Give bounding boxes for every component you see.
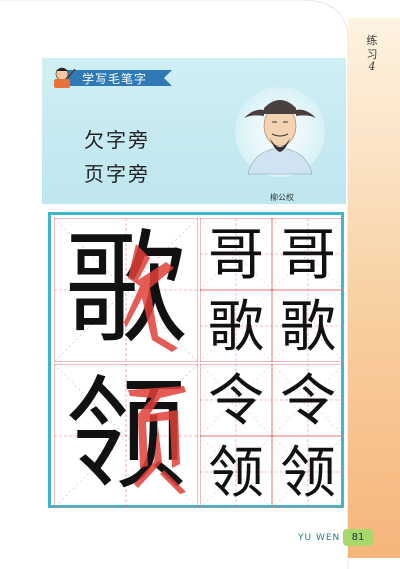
banner-title: 学写毛笔字	[82, 72, 148, 86]
sample-character: 歌	[208, 295, 264, 360]
sample-character: 令	[280, 369, 336, 434]
footer-label: YU WEN	[298, 533, 341, 543]
sample-character: 哥	[280, 223, 336, 288]
practice-grid: 歌 哥 哥 歌 歌 领 令 令 领 领	[48, 212, 345, 509]
side-tab	[348, 18, 400, 558]
sample-character: 领	[280, 441, 336, 506]
calligrapher-portrait	[235, 87, 325, 177]
sample-character: 歌	[280, 295, 336, 360]
big-cell-ge: 歌	[53, 217, 199, 363]
topic-2: 页字旁	[84, 162, 150, 186]
page-number: 81	[343, 529, 373, 546]
exercise-number: 4	[368, 60, 376, 73]
small-cells-ling: 令 令 领 领	[199, 363, 345, 509]
topic-1: 欠字旁	[84, 128, 150, 152]
exercise-label: 练习	[366, 34, 378, 61]
radical-highlight	[128, 386, 186, 494]
big-cell-ling: 领	[53, 363, 199, 509]
sample-character: 哥	[208, 223, 264, 288]
radical-highlight	[124, 244, 178, 352]
portrait-caption: 柳公权	[270, 193, 294, 202]
small-cells-ge: 哥 哥 歌 歌	[199, 217, 345, 363]
sample-character: 令	[208, 369, 264, 434]
sample-character: 领	[208, 441, 264, 506]
